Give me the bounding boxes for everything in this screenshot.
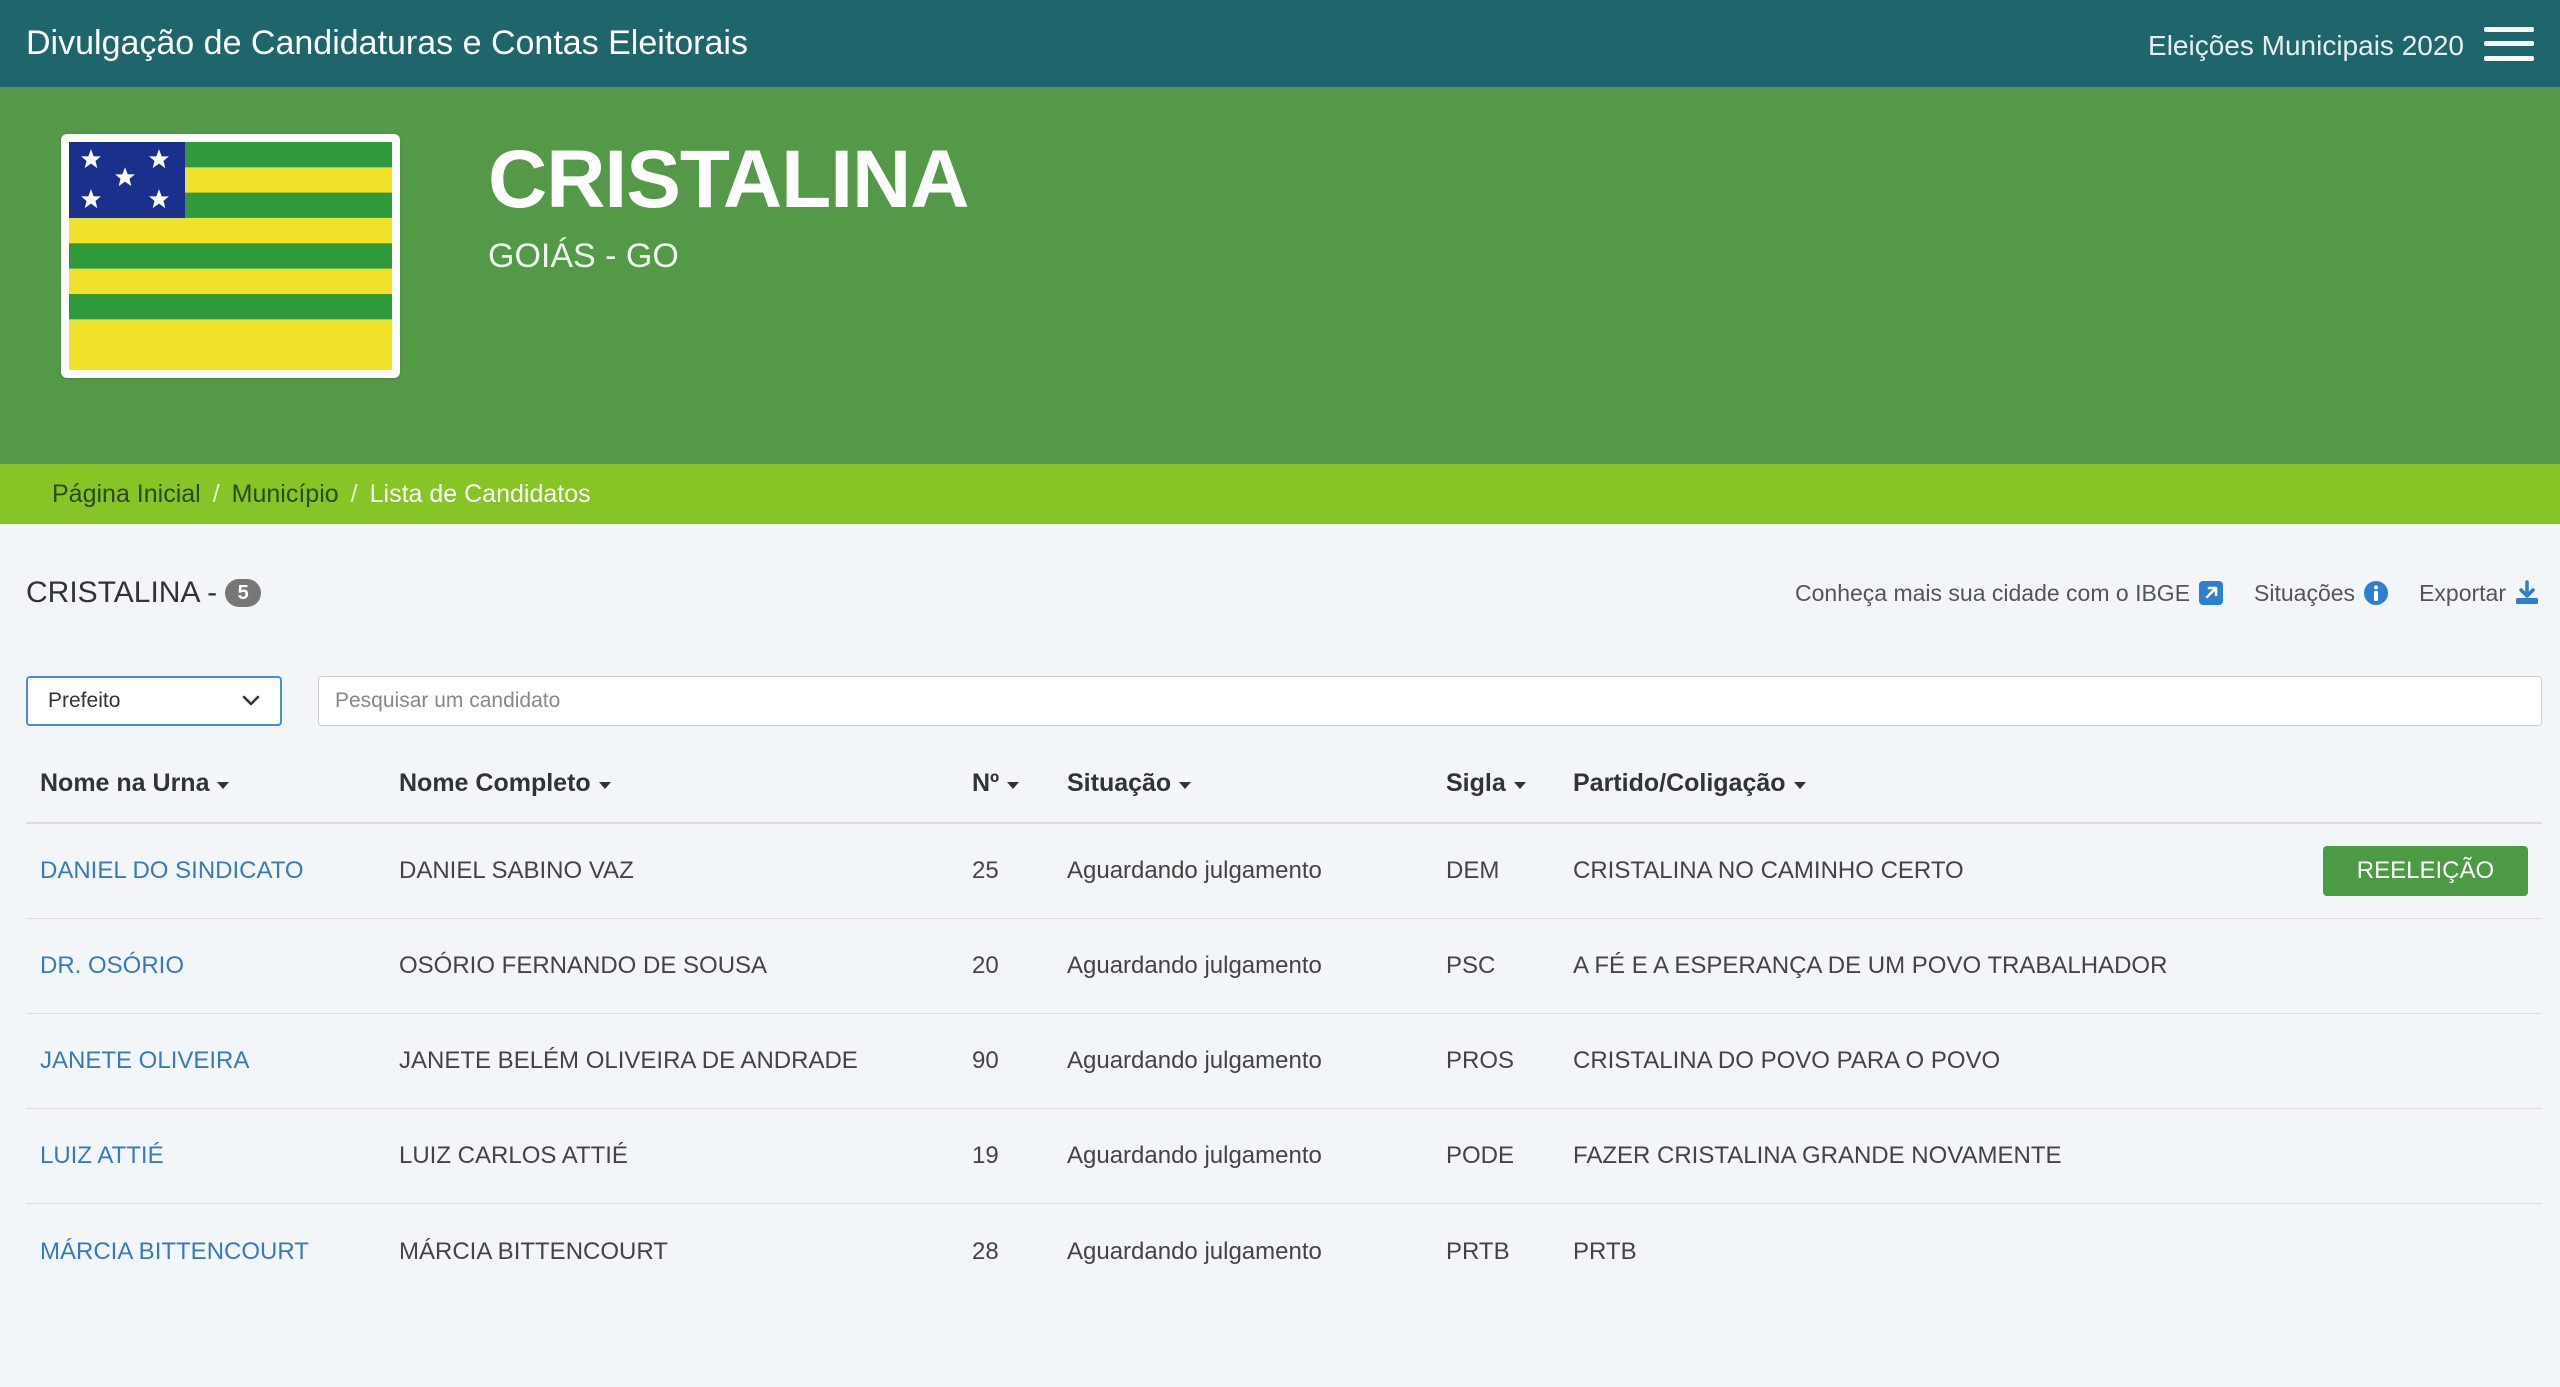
candidate-link[interactable]: DR. OSÓRIO xyxy=(40,952,184,980)
sort-nome-urna[interactable]: Nome na Urna xyxy=(40,768,230,798)
hamburger-line xyxy=(2484,26,2534,32)
candidate-status: Aguardando julgamento xyxy=(1067,1142,1322,1169)
navbar-right: Eleições Municipais 2020 xyxy=(2148,26,2534,62)
sort-sigla[interactable]: Sigla xyxy=(1446,769,1526,798)
filters: Prefeito xyxy=(26,676,2542,726)
party-coalition: PRTB xyxy=(1573,1237,1637,1265)
table-row: DR. OSÓRIO OSÓRIO FERNANDO DE SOUSA 20 A… xyxy=(26,919,2542,1014)
table-row: MÁRCIA BITTENCOURT MÁRCIA BITTENCOURT 28… xyxy=(26,1204,2542,1299)
breadcrumb-separator: / xyxy=(350,479,358,508)
candidate-link[interactable]: JANETE OLIVEIRA xyxy=(40,1047,249,1075)
caret-down-icon xyxy=(217,781,230,789)
column-header-label: Partido/Coligação xyxy=(1573,768,1786,797)
full-name: MÁRCIA BITTENCOURT xyxy=(399,1237,668,1265)
full-name: OSÓRIO FERNANDO DE SOUSA xyxy=(399,952,768,979)
candidate-number: 19 xyxy=(972,1142,999,1169)
exportar-button[interactable]: Exportar xyxy=(2419,580,2540,607)
sort-numero[interactable]: Nº xyxy=(972,768,1020,798)
full-name: DANIEL SABINO VAZ xyxy=(399,857,634,884)
breadcrumb-current: Lista de Candidatos xyxy=(369,479,591,508)
city-header: CRISTALINA GOIÁS - GO xyxy=(0,87,2560,464)
sort-situacao[interactable]: Situação xyxy=(1067,768,1192,798)
table-row: LUIZ ATTIÉ LUIZ CARLOS ATTIÉ 19 Aguardan… xyxy=(26,1109,2542,1204)
breadcrumb-home[interactable]: Página Inicial xyxy=(52,480,201,509)
download-icon xyxy=(2516,580,2538,604)
candidates-table: Nome na Urna Nome Completo Nº Situação S… xyxy=(26,744,2542,1299)
column-header-label: Nº xyxy=(972,768,1000,797)
list-tools: Conheça mais sua cidade com o IBGE Situa… xyxy=(1795,580,2540,607)
party-coalition: CRISTALINA DO POVO PARA O POVO xyxy=(1573,1047,2001,1074)
list-title-text: CRISTALINA - xyxy=(26,576,218,609)
chevron-down-icon xyxy=(242,695,260,706)
sort-nome-completo[interactable]: Nome Completo xyxy=(399,769,611,798)
hamburger-icon[interactable] xyxy=(2484,26,2534,61)
breadcrumb: Página Inicial / Município / Lista de Ca… xyxy=(0,464,2560,524)
party-coalition: CRISTALINA NO CAMINHO CERTO xyxy=(1573,857,1964,884)
cargo-select[interactable]: Prefeito xyxy=(26,676,282,726)
situacoes-label: Situações xyxy=(2254,579,2356,606)
party-coalition: FAZER CRISTALINA GRANDE NOVAMENTE xyxy=(1573,1142,2062,1169)
party-acronym: PRTB xyxy=(1446,1237,1510,1265)
caret-down-icon xyxy=(1179,781,1192,789)
candidate-number: 25 xyxy=(972,857,999,884)
situacoes-button[interactable]: Situações xyxy=(2254,580,2389,607)
breadcrumb-municipio[interactable]: Município xyxy=(232,480,339,509)
table-row: JANETE OLIVEIRA JANETE BELÉM OLIVEIRA DE… xyxy=(26,1014,2542,1109)
candidate-count-badge: 5 xyxy=(225,579,262,607)
table-row: DANIEL DO SINDICATO DANIEL SABINO VAZ 25… xyxy=(26,824,2542,919)
info-icon xyxy=(2364,581,2389,605)
candidate-search-input[interactable] xyxy=(318,676,2542,726)
candidate-status: Aguardando julgamento xyxy=(1067,1047,1322,1074)
breadcrumb-separator: / xyxy=(212,479,220,508)
ibge-link[interactable]: Conheça mais sua cidade com o IBGE xyxy=(1795,580,2224,607)
hamburger-line xyxy=(2484,41,2534,46)
candidate-link[interactable]: MÁRCIA BITTENCOURT xyxy=(40,1238,309,1266)
ibge-link-label: Conheça mais sua cidade com o IBGE xyxy=(1795,579,2191,606)
top-navbar: Divulgação de Candidaturas e Contas Elei… xyxy=(0,0,2560,87)
caret-down-icon xyxy=(1007,781,1020,789)
exportar-label: Exportar xyxy=(2419,579,2506,606)
candidate-link[interactable]: LUIZ ATTIÉ xyxy=(40,1142,164,1170)
state-name: GOIÁS - GO xyxy=(488,237,679,275)
city-name: CRISTALINA xyxy=(488,134,969,225)
caret-down-icon xyxy=(1793,781,1806,789)
party-coalition: A FÉ E A ESPERANÇA DE UM POVO TRABALHADO… xyxy=(1573,952,2168,979)
sort-partido[interactable]: Partido/Coligação xyxy=(1573,769,1806,798)
list-title: CRISTALINA - 5 xyxy=(26,576,262,610)
candidate-number: 90 xyxy=(972,1047,999,1074)
full-name: JANETE BELÉM OLIVEIRA DE ANDRADE xyxy=(399,1047,858,1074)
party-acronym: PSC xyxy=(1446,952,1496,979)
candidate-status: Aguardando julgamento xyxy=(1067,857,1322,884)
state-flag xyxy=(61,134,400,378)
external-link-icon xyxy=(2199,581,2224,605)
table-header: Nome na Urna Nome Completo Nº Situação S… xyxy=(26,744,2542,824)
hamburger-line xyxy=(2484,55,2534,61)
column-header-label: Nome Completo xyxy=(399,768,591,797)
column-header-label: Sigla xyxy=(1446,768,1506,797)
party-acronym: PODE xyxy=(1446,1142,1515,1169)
cargo-select-value: Prefeito xyxy=(48,689,121,712)
list-header: CRISTALINA - 5 Conheça mais sua cidade c… xyxy=(26,568,2540,618)
candidate-link[interactable]: DANIEL DO SINDICATO xyxy=(40,857,304,885)
full-name: LUIZ CARLOS ATTIÉ xyxy=(399,1142,628,1169)
candidate-status: Aguardando julgamento xyxy=(1067,1237,1322,1265)
candidate-status: Aguardando julgamento xyxy=(1067,952,1322,979)
caret-down-icon xyxy=(1513,781,1526,789)
app-title[interactable]: Divulgação de Candidaturas e Contas Elei… xyxy=(26,24,748,63)
column-header-label: Nome na Urna xyxy=(40,768,210,797)
election-label[interactable]: Eleições Municipais 2020 xyxy=(2148,30,2464,62)
party-acronym: DEM xyxy=(1446,857,1500,884)
candidate-number: 28 xyxy=(972,1237,999,1265)
column-header-label: Situação xyxy=(1067,768,1172,797)
caret-down-icon xyxy=(598,781,611,789)
candidate-number: 20 xyxy=(972,952,999,979)
goias-flag-icon xyxy=(69,142,392,370)
reelection-badge[interactable]: REELEIÇÃO xyxy=(2323,846,2528,896)
party-acronym: PROS xyxy=(1446,1047,1515,1074)
